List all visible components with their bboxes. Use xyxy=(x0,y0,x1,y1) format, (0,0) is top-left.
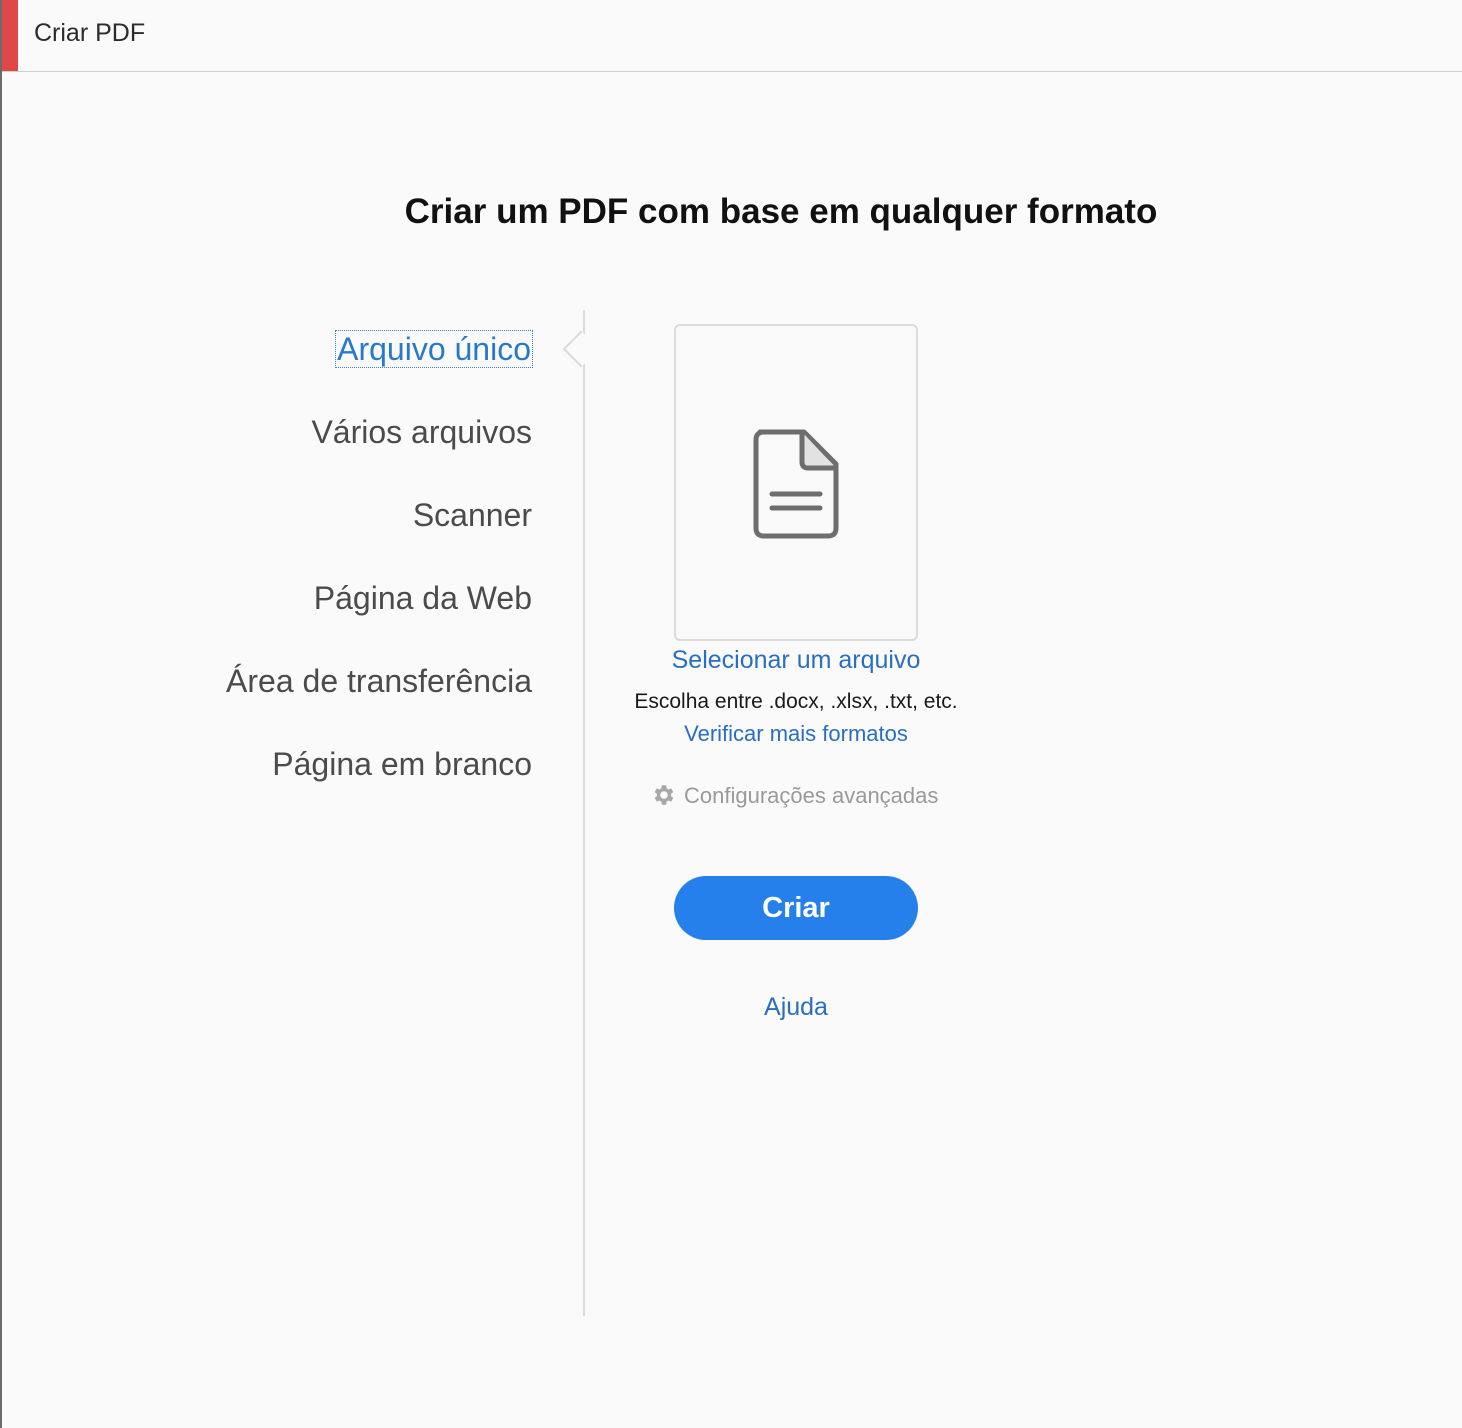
window-title: Criar PDF xyxy=(34,19,146,47)
nav-item-label: Vários arquivos xyxy=(311,414,532,450)
nav-item-scanner[interactable]: Scanner xyxy=(226,488,532,571)
create-pdf-window: Criar PDF Criar um PDF com base em qualq… xyxy=(0,0,1462,1428)
nav-item-clipboard[interactable]: Área de transferência xyxy=(226,654,532,737)
select-file-link[interactable]: Selecionar um arquivo xyxy=(596,646,996,675)
nav-item-blank-page[interactable]: Página em branco xyxy=(226,737,532,820)
active-nav-pointer xyxy=(562,330,600,368)
nav-item-web-page[interactable]: Página da Web xyxy=(226,571,532,654)
nav-item-label: Página em branco xyxy=(272,746,532,782)
advanced-settings-label: Configurações avançadas xyxy=(684,783,939,808)
page-heading: Criar um PDF com base em qualquer format… xyxy=(404,192,1158,231)
help-link[interactable]: Ajuda xyxy=(696,993,896,1022)
nav-item-label: Página da Web xyxy=(313,580,532,616)
nav-item-label: Arquivo único xyxy=(335,330,533,368)
document-icon xyxy=(753,429,839,539)
title-accent-bar xyxy=(2,0,18,71)
nav-item-label: Área de transferência xyxy=(226,663,532,699)
file-drop-card[interactable] xyxy=(674,324,918,641)
title-bar: Criar PDF xyxy=(2,0,1462,72)
source-nav: Arquivo único Vários arquivos Scanner Pá… xyxy=(226,322,533,820)
nav-item-multiple-files[interactable]: Vários arquivos xyxy=(226,405,532,488)
gear-icon xyxy=(654,785,674,805)
more-formats-link[interactable]: Verificar mais formatos xyxy=(596,721,996,747)
nav-item-label: Scanner xyxy=(412,497,532,533)
create-button[interactable]: Criar xyxy=(674,876,918,940)
advanced-settings-link[interactable]: Configurações avançadas xyxy=(650,783,938,809)
nav-divider xyxy=(583,310,585,1316)
nav-item-single-file[interactable]: Arquivo único xyxy=(226,322,533,405)
formats-hint: Escolha entre .docx, .xlsx, .txt, etc. xyxy=(634,690,958,713)
